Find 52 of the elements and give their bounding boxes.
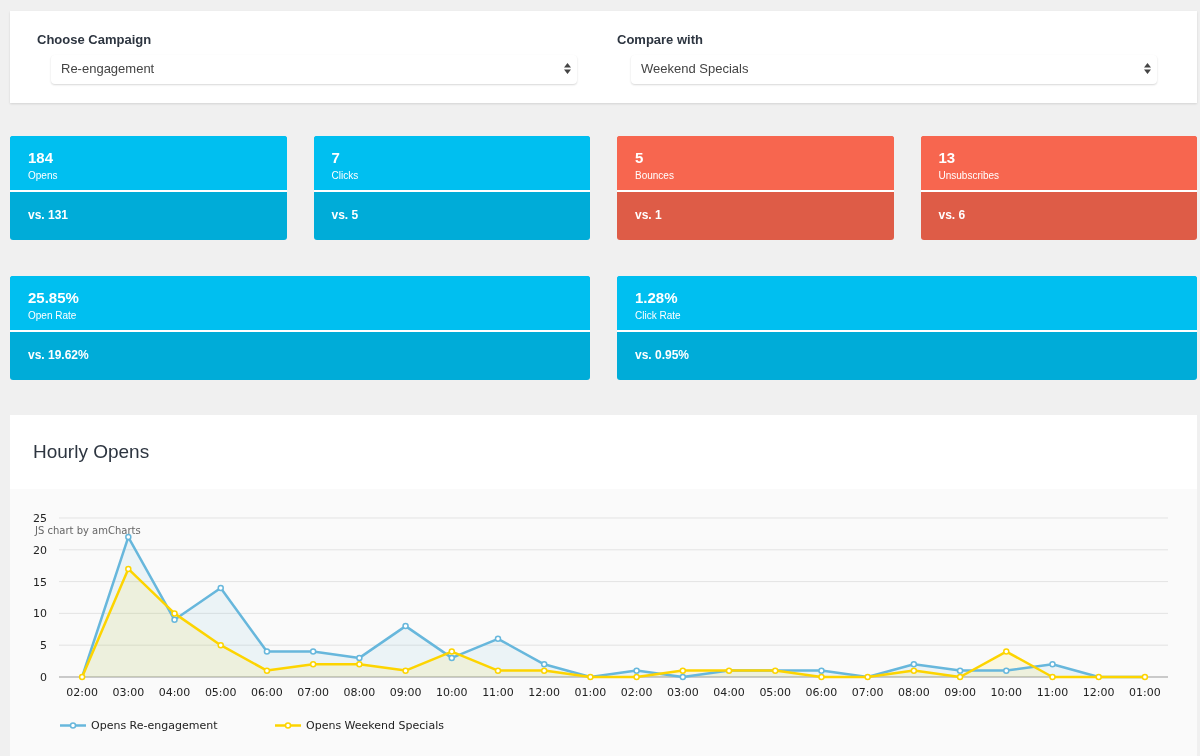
stat-value: 5 <box>635 149 644 167</box>
stat-label: Bounces <box>635 170 674 182</box>
field-label: Choose Campaign <box>37 32 152 47</box>
axis-label: 5 <box>40 639 47 653</box>
axis-label: 04:00 <box>158 686 191 699</box>
stat-label: Unsubscribes <box>938 170 1000 182</box>
axis-label: 10 <box>33 607 47 621</box>
comparison-text: vs. 131 <box>28 208 69 223</box>
axis-label: 03:00 <box>666 686 699 699</box>
axis-label: 25 <box>33 512 47 525</box>
axis-label: 12:00 <box>528 686 561 699</box>
axis-label: 10:00 <box>990 686 1023 699</box>
axis-label: 11:00 <box>482 686 514 699</box>
axis-label: 03:00 <box>112 686 145 699</box>
comparison-text: vs. 6 <box>938 208 966 223</box>
stat-value: 25.85% <box>28 289 79 307</box>
axis-label: 15 <box>33 575 47 589</box>
stat-label: Open Rate <box>28 310 77 322</box>
axis-label: 07:00 <box>851 686 884 699</box>
axis-label: 05:00 <box>204 686 237 699</box>
field-label: Compare with <box>617 32 703 47</box>
axis-label: 02:00 <box>66 686 98 699</box>
axis-label: 10:00 <box>435 686 468 699</box>
stat-value: 7 <box>331 149 340 167</box>
panel-title: Hourly Opens <box>33 441 150 463</box>
axis-label: 01:00 <box>574 686 607 699</box>
axis-label: 20 <box>33 543 47 557</box>
axis-label: 08:00 <box>898 686 930 699</box>
stat-label: Clicks <box>331 170 359 182</box>
axis-label: 09:00 <box>944 686 976 699</box>
axis-label: 01:00 <box>1129 686 1161 699</box>
stat-label: Opens <box>28 170 58 182</box>
axis-label: 07:00 <box>297 686 329 699</box>
comparison-text: vs. 19.62% <box>28 348 89 363</box>
axis-label: 05:00 <box>759 686 792 699</box>
credit-text: JS chart by amCharts <box>35 525 141 536</box>
axis-label: 04:00 <box>713 686 745 699</box>
comparison-text: vs. 0.95% <box>635 348 690 363</box>
axis-label: 0 <box>40 671 47 684</box>
stat-value: 184 <box>28 149 54 167</box>
stat-label: Click Rate <box>635 310 681 322</box>
axis-label: 06:00 <box>805 686 838 699</box>
stat-value: 13 <box>938 149 956 167</box>
axis-label: 02:00 <box>620 686 653 699</box>
axis-label: 08:00 <box>343 686 376 699</box>
axis-label: 06:00 <box>251 686 283 699</box>
stat-value: 1.28% <box>635 289 678 307</box>
axis-label: 11:00 <box>1036 686 1069 699</box>
comparison-text: vs. 5 <box>331 208 359 223</box>
axis-label: 09:00 <box>389 686 422 699</box>
comparison-text: vs. 1 <box>635 208 662 223</box>
axis-label: 12:00 <box>1082 686 1115 699</box>
